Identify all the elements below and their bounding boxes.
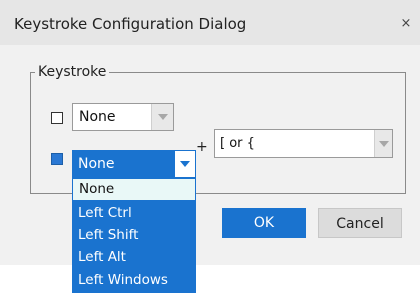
chevron-down-icon	[180, 161, 190, 167]
dropdown-option-left-alt[interactable]: Left Alt	[72, 247, 196, 268]
key-select-value: [ or {	[220, 136, 255, 151]
chevron-down-icon	[158, 114, 168, 120]
key-dropdown-button[interactable]	[374, 130, 392, 157]
chevron-down-icon	[379, 141, 389, 147]
dropdown-option-none[interactable]: None	[73, 179, 195, 200]
modifier1-dropdown-button[interactable]	[151, 104, 173, 130]
close-icon[interactable]: ×	[397, 15, 415, 33]
key-select[interactable]: [ or {	[214, 129, 393, 158]
keystroke-dialog: Keystroke Configuration Dialog × Keystro…	[0, 0, 420, 265]
modifier1-select-value: None	[79, 109, 116, 125]
modifier2-dropdown-list: None Left Ctrl Left Shift Left Alt Left …	[72, 178, 196, 293]
dropdown-option-left-windows[interactable]: Left Windows	[72, 270, 196, 291]
keystroke-group-legend: Keystroke	[35, 64, 110, 80]
modifier1-checkbox[interactable]	[51, 112, 63, 124]
dropdown-option-left-ctrl[interactable]: Left Ctrl	[72, 203, 196, 224]
cancel-button[interactable]: Cancel	[318, 208, 402, 238]
dialog-title: Keystroke Configuration Dialog	[14, 15, 247, 33]
modifier1-select[interactable]: None	[72, 103, 174, 131]
modifier2-select-value: None	[78, 156, 115, 172]
modifier2-checkbox[interactable]	[51, 153, 63, 165]
plus-label: +	[196, 139, 208, 155]
modifier2-select[interactable]: None	[72, 150, 196, 178]
ok-button[interactable]: OK	[222, 208, 306, 238]
dropdown-option-left-shift[interactable]: Left Shift	[72, 225, 196, 246]
title-bar: Keystroke Configuration Dialog ×	[0, 0, 420, 45]
modifier2-dropdown-button[interactable]	[174, 150, 196, 178]
